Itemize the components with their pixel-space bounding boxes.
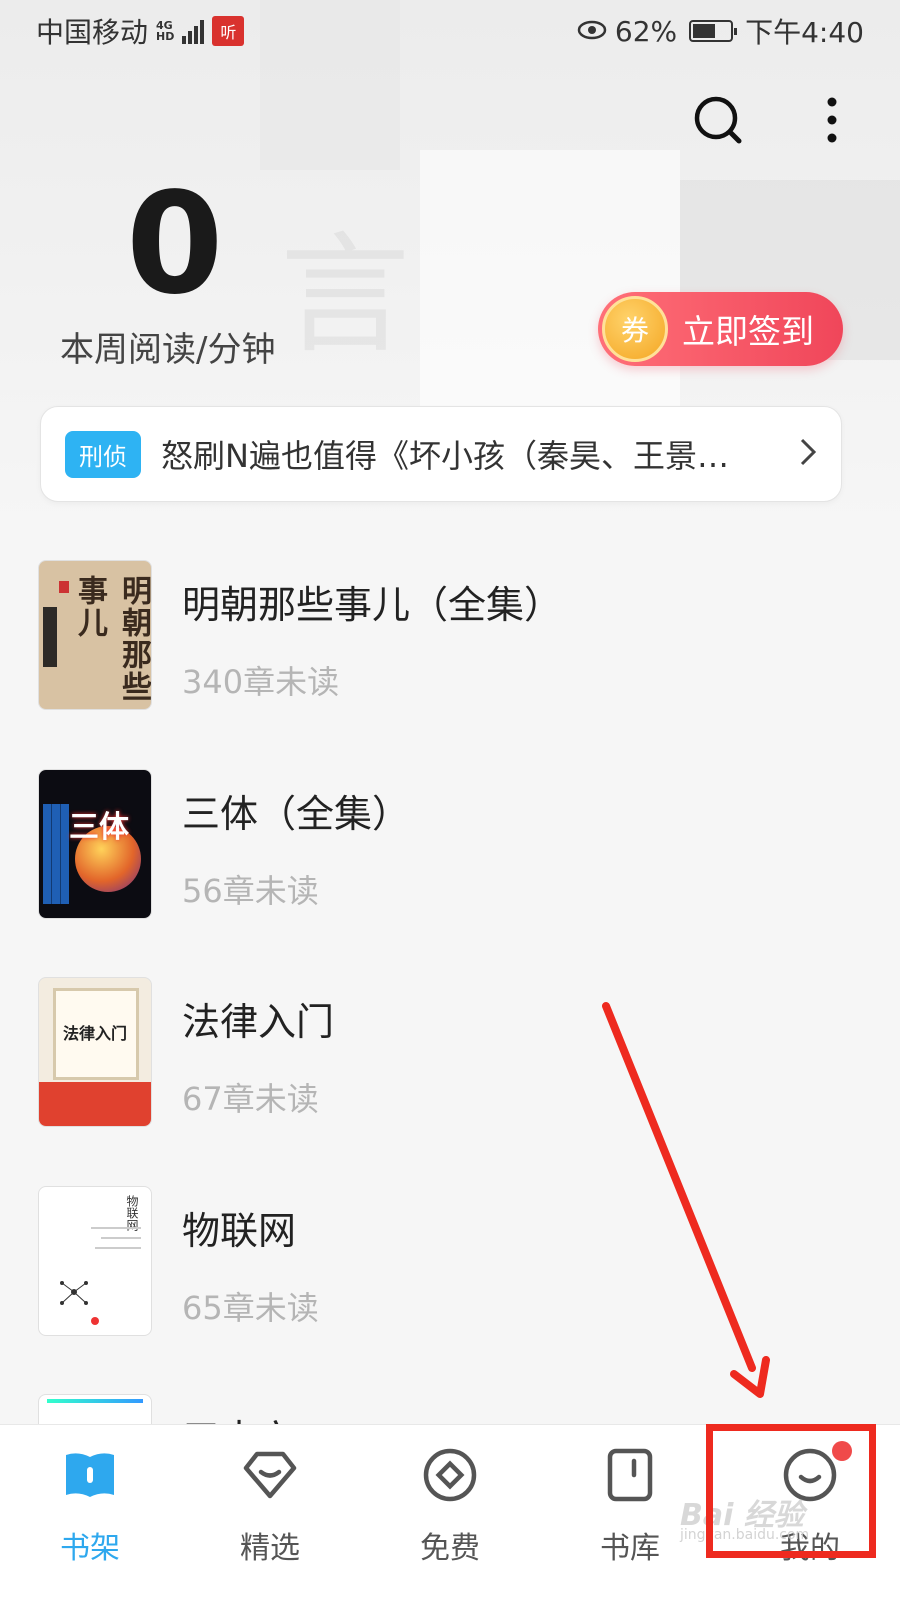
more-vertical-icon[interactable] — [804, 92, 860, 148]
book-item[interactable]: 法律入门 法律入门 67章未读 — [38, 977, 858, 1129]
battery-icon — [689, 20, 738, 42]
checkin-button[interactable]: 券 立即签到 — [598, 292, 843, 366]
clock: 下午4:40 — [745, 16, 864, 49]
weekly-reading-minutes: 0 — [126, 163, 224, 326]
header-actions — [690, 92, 860, 148]
featured-icon — [240, 1445, 300, 1505]
battery-percent: 62% — [614, 14, 678, 48]
book-unread-count: 340章未读 — [182, 663, 340, 701]
weekly-reading-label: 本周阅读/分钟 — [60, 330, 276, 370]
book-item[interactable]: 三体 三体（全集） 56章未读 — [38, 769, 858, 921]
book-cover: 法律入门 — [38, 977, 152, 1127]
nav-bookshelf[interactable]: 书架 — [0, 1425, 180, 1600]
nav-label: 书库 — [600, 1531, 660, 1566]
promo-text: 怒刷N遍也值得《坏小孩（秦昊、王景… — [161, 437, 729, 475]
eye-icon — [577, 15, 607, 48]
book-title: 法律入门 — [182, 1000, 335, 1044]
library-icon — [600, 1445, 660, 1505]
listen-app-icon: 听 — [212, 16, 245, 46]
coupon-icon: 券 — [602, 296, 668, 362]
book-item[interactable]: 明朝那些事儿 明朝那些事儿（全集） 340章未读 — [38, 560, 858, 712]
nav-label: 书架 — [60, 1531, 120, 1566]
network-type: 4G HD — [156, 19, 175, 43]
book-title: 物联网 — [182, 1209, 297, 1253]
chevron-right-icon — [799, 437, 817, 471]
book-cover: 物联网 — [38, 1186, 152, 1336]
nav-label: 免费 — [420, 1531, 480, 1566]
carrier-name: 中国移动 — [36, 16, 149, 49]
status-bar: 中国移动 4G HD 听 62% 下午4:40 — [0, 0, 900, 62]
signal-icon — [182, 18, 205, 44]
checkin-label: 立即签到 — [682, 312, 814, 351]
book-item[interactable]: 物联网 物联网 65章未读 — [38, 1186, 858, 1338]
book-cover: 三体 — [38, 769, 152, 919]
search-icon[interactable] — [690, 92, 746, 148]
promo-tag: 刑侦 — [65, 430, 141, 478]
bookshelf-icon — [60, 1445, 120, 1505]
nav-featured[interactable]: 精选 — [180, 1425, 360, 1600]
nav-free[interactable]: 免费 — [360, 1425, 540, 1600]
book-unread-count: 56章未读 — [182, 872, 319, 910]
free-icon — [420, 1445, 480, 1505]
book-title: 明朝那些事儿（全集） — [182, 583, 563, 627]
book-unread-count: 65章未读 — [182, 1289, 319, 1327]
background-glyph: 言 — [280, 219, 411, 371]
book-unread-count: 67章未读 — [182, 1080, 319, 1118]
book-title: 三体（全集） — [182, 792, 411, 836]
promo-banner[interactable]: 刑侦 怒刷N遍也值得《坏小孩（秦昊、王景… — [40, 406, 842, 502]
annotation-highlight-box — [706, 1424, 876, 1558]
nav-label: 精选 — [240, 1531, 300, 1566]
book-cover: 明朝那些事儿 — [38, 560, 152, 710]
